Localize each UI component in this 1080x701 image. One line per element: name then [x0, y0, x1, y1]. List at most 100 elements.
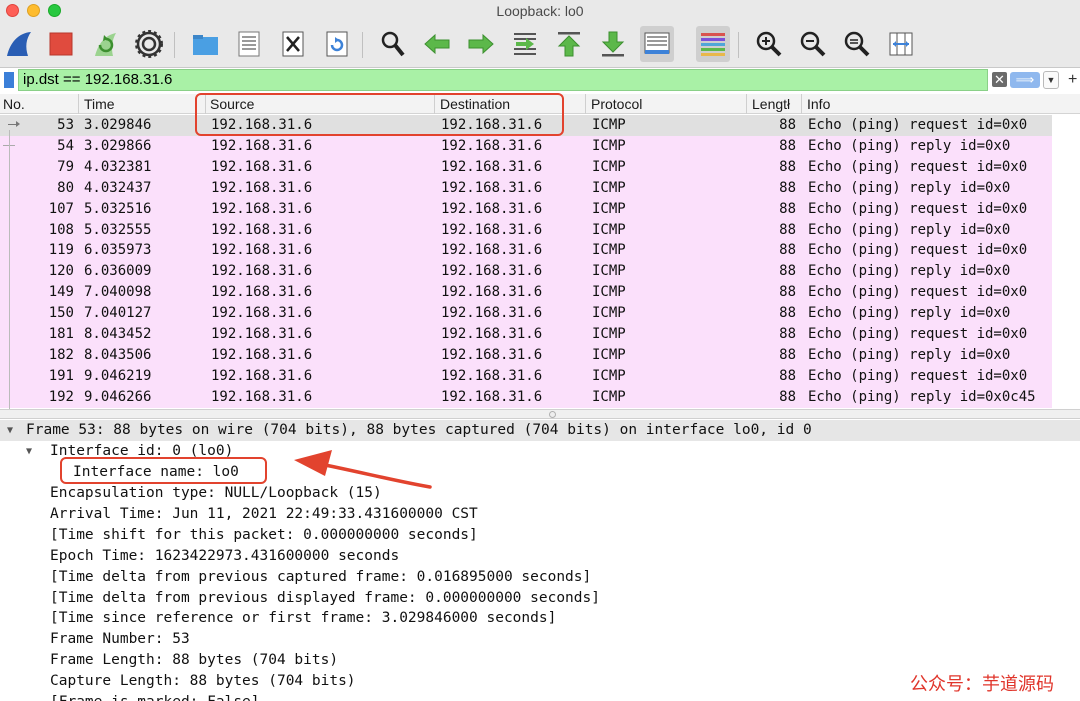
zoom-out-button[interactable]: [796, 26, 830, 62]
cell-destination: 192.168.31.6: [441, 137, 543, 154]
pane-splitter[interactable]: [0, 409, 1080, 419]
detail-field[interactable]: [Time delta from previous captured frame…: [50, 567, 591, 588]
detail-field[interactable]: [Time since reference or first frame: 3.…: [50, 608, 556, 629]
zoom-in-button[interactable]: [752, 26, 786, 62]
detail-field[interactable]: Capture Length: 88 bytes (704 bits): [50, 671, 356, 692]
cell-source: 192.168.31.6: [211, 221, 313, 238]
clear-filter-button[interactable]: ✕: [992, 72, 1007, 87]
cell-protocol: ICMP: [592, 221, 626, 238]
go-first-packet-button[interactable]: [552, 26, 586, 62]
open-file-button[interactable]: [188, 26, 222, 62]
reload-file-button[interactable]: [320, 26, 354, 62]
detail-field[interactable]: Frame Length: 88 bytes (704 bits): [50, 650, 338, 671]
highlight-source-destination: [195, 93, 564, 136]
tree-item-frame[interactable]: ▼ Frame 53: 88 bytes on wire (704 bits),…: [0, 420, 1080, 441]
column-header-length[interactable]: Lengtł: [749, 96, 790, 112]
capture-options-button[interactable]: [132, 26, 166, 62]
cell-protocol: ICMP: [592, 242, 626, 259]
detail-field[interactable]: Frame Number: 53: [50, 629, 190, 650]
zoom-in-icon: [756, 31, 782, 57]
detail-field[interactable]: [Frame is marked: False]: [50, 692, 260, 701]
cell-time: 8.043452: [84, 326, 152, 342]
table-row[interactable]: 182 8.043506 192.168.31.6 192.168.31.6 ICMP 8…: [0, 344, 1052, 366]
go-last-packet-button[interactable]: [596, 26, 630, 62]
table-row[interactable]: 191 9.046219 192.168.31.6 192.168.31.6 ICMP 8…: [0, 365, 1052, 387]
detail-field[interactable]: Arrival Time: Jun 11, 2021 22:49:33.4316…: [50, 504, 478, 525]
go-to-packet-button[interactable]: [508, 26, 542, 62]
display-filter-input[interactable]: ip.dst == 192.168.31.6: [18, 69, 988, 91]
column-header-time[interactable]: Time: [81, 96, 115, 112]
cell-info: Echo (ping) request id=0x0: [808, 284, 1028, 301]
column-header-info[interactable]: Info: [804, 96, 830, 112]
detail-field[interactable]: Epoch Time: 1623422973.431600000 seconds: [50, 546, 399, 567]
table-row[interactable]: 192 9.046266 192.168.31.6 192.168.31.6 ICMP 8…: [0, 386, 1052, 408]
save-file-button[interactable]: [232, 26, 266, 62]
main-toolbar: [0, 24, 1080, 64]
cell-info: Echo (ping) request id=0x0: [808, 158, 1028, 175]
table-row[interactable]: 120 6.036009 192.168.31.6 192.168.31.6 ICMP 8…: [0, 261, 1052, 283]
watermark-text: 公众号：芋道源码: [910, 674, 1054, 695]
cell-protocol: ICMP: [592, 388, 626, 405]
find-packet-icon: [381, 31, 405, 57]
cell-destination: 192.168.31.6: [441, 346, 543, 363]
cell-info: Echo (ping) request id=0x0: [808, 200, 1028, 217]
detail-field[interactable]: [Time delta from previous displayed fram…: [50, 588, 600, 609]
column-header-no[interactable]: No.: [0, 96, 25, 112]
cell-protocol: ICMP: [592, 346, 626, 363]
annotation-arrow-icon: [294, 450, 432, 489]
resize-columns-button[interactable]: [884, 26, 918, 62]
find-packet-button[interactable]: [376, 26, 410, 62]
cell-length: 88: [779, 158, 796, 175]
normal-size-button[interactable]: [840, 26, 874, 62]
close-file-button[interactable]: [276, 26, 310, 62]
cell-info: Echo (ping) reply id=0x0: [808, 179, 1011, 196]
packet-list-pane: No. Time Source Destination Protocol Len…: [0, 94, 1080, 409]
save-file-icon: [238, 31, 260, 57]
cell-info: Echo (ping) request id=0x0: [808, 326, 1028, 342]
cell-info: Echo (ping) request id=0x0: [808, 117, 1028, 133]
table-row[interactable]: 149 7.040098 192.168.31.6 192.168.31.6 ICMP 8…: [0, 282, 1052, 304]
cell-source: 192.168.31.6: [211, 200, 313, 217]
open-file-icon: [193, 35, 218, 55]
cell-source: 192.168.31.6: [211, 242, 313, 259]
cell-length: 88: [779, 117, 796, 133]
display-filter-bar: ip.dst == 192.168.31.6 ✕ ⟹ ▼ +: [0, 69, 1080, 92]
cell-protocol: ICMP: [592, 179, 626, 196]
filter-history-dropdown[interactable]: ▼: [1043, 71, 1059, 89]
start-capture-icon: [7, 32, 31, 56]
restart-capture-button[interactable]: [88, 26, 122, 62]
table-row[interactable]: 108 5.032555 192.168.31.6 192.168.31.6 ICMP 8…: [0, 219, 1052, 241]
cell-time: 9.046266: [84, 388, 152, 405]
cell-info: Echo (ping) reply id=0x0c45: [808, 388, 1036, 405]
table-row[interactable]: 107 5.032516 192.168.31.6 192.168.31.6 ICMP 8…: [0, 198, 1052, 220]
expand-triangle-icon[interactable]: ▼: [7, 421, 13, 441]
column-header-protocol[interactable]: Protocol: [588, 96, 642, 112]
cell-info: Echo (ping) reply id=0x0: [808, 221, 1011, 238]
cell-length: 88: [779, 346, 796, 363]
cell-length: 88: [779, 263, 796, 280]
table-row[interactable]: 79 4.032381 192.168.31.6 192.168.31.6 ICMP 88…: [0, 156, 1052, 178]
table-row[interactable]: 119 6.035973 192.168.31.6 192.168.31.6 ICMP 8…: [0, 240, 1052, 262]
colorize-button[interactable]: [696, 26, 730, 62]
frame-summary: Frame 53: 88 bytes on wire (704 bits), 8…: [26, 422, 812, 438]
start-capture-button[interactable]: [2, 26, 36, 62]
expand-triangle-icon[interactable]: ▼: [26, 442, 32, 462]
table-row[interactable]: 80 4.032437 192.168.31.6 192.168.31.6 ICMP 88…: [0, 177, 1052, 199]
go-forward-button[interactable]: [464, 26, 498, 62]
apply-filter-button[interactable]: ⟹: [1010, 72, 1040, 88]
packet-list-scroll-area[interactable]: [1052, 115, 1080, 409]
cell-destination: 192.168.31.6: [441, 284, 543, 301]
table-row[interactable]: 181 8.043452 192.168.31.6 192.168.31.6 ICMP 8…: [0, 324, 1052, 345]
stop-capture-button[interactable]: [44, 26, 78, 62]
detail-field[interactable]: [Time shift for this packet: 0.000000000…: [50, 525, 478, 546]
cell-no: 107: [48, 200, 74, 217]
go-back-button[interactable]: [420, 26, 454, 62]
filter-bookmark-icon[interactable]: [4, 72, 14, 88]
cell-destination: 192.168.31.6: [441, 179, 543, 196]
splitter-handle-icon[interactable]: [549, 411, 556, 418]
add-filter-button[interactable]: +: [1068, 71, 1077, 89]
table-row[interactable]: 150 7.040127 192.168.31.6 192.168.31.6 ICMP 8…: [0, 303, 1052, 325]
autoscroll-button[interactable]: [640, 26, 674, 62]
table-row[interactable]: 54 3.029866 192.168.31.6 192.168.31.6 ICMP 88…: [0, 135, 1052, 157]
cell-destination: 192.168.31.6: [441, 200, 543, 217]
